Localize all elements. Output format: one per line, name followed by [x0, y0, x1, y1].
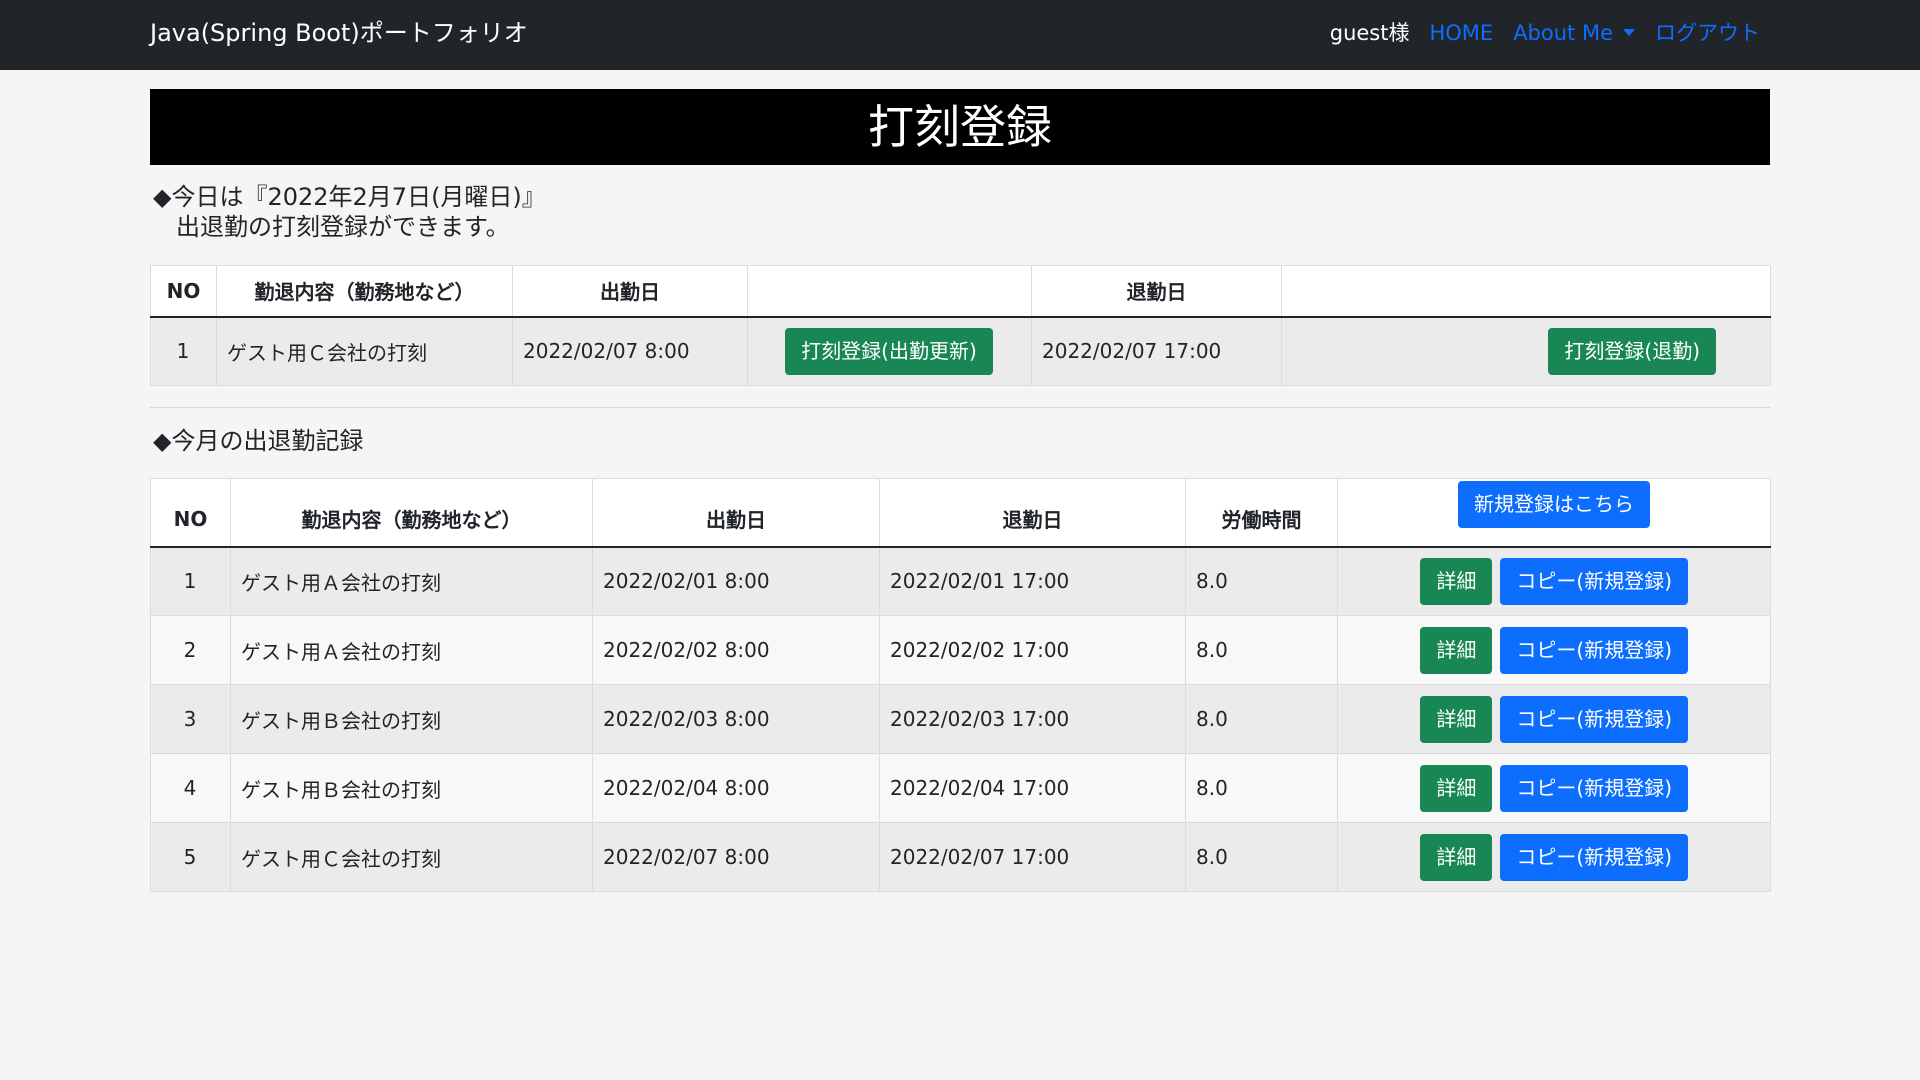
- user-greeting: guest様: [1329, 21, 1410, 45]
- table-row: 1 ゲスト用Ａ会社の打刻 2022/02/01 8:00 2022/02/01 …: [150, 546, 1771, 616]
- col-no: NO: [150, 265, 217, 318]
- nav-home-link[interactable]: HOME: [1429, 19, 1493, 47]
- cell-content: ゲスト用Ａ会社の打刻: [230, 615, 593, 685]
- detail-button[interactable]: 詳細: [1420, 557, 1493, 605]
- punch-end-button[interactable]: 打刻登録(退勤): [1548, 327, 1716, 375]
- cell-start: 2022/02/03 8:00: [592, 684, 880, 754]
- cell-actions: 詳細 コピー(新規登録): [1337, 753, 1771, 823]
- cell-actions: 詳細 コピー(新規登録): [1337, 615, 1771, 685]
- col-start: 出勤日: [592, 478, 880, 548]
- col-hours: 労働時間: [1185, 478, 1338, 548]
- cell-start: 2022/02/01 8:00: [592, 546, 880, 616]
- punch-table-header: NO 勤退内容（勤務地など） 出勤日 退勤日: [150, 265, 1771, 318]
- today-info: ◆今日は『2022年2月7日(月曜日)』 出退勤の打刻登録ができます。: [153, 182, 1770, 242]
- cell-actions: 詳細 コピー(新規登録): [1337, 822, 1771, 892]
- cell-content: ゲスト用Ｂ会社の打刻: [230, 684, 593, 754]
- table-row: 3 ゲスト用Ｂ会社の打刻 2022/02/03 8:00 2022/02/03 …: [150, 684, 1771, 754]
- col-content: 勤退内容（勤務地など）: [216, 265, 513, 318]
- copy-button[interactable]: コピー(新規登録): [1500, 626, 1688, 674]
- table-row: 2 ゲスト用Ａ会社の打刻 2022/02/02 8:00 2022/02/02 …: [150, 615, 1771, 685]
- cell-end: 2022/02/01 17:00: [879, 546, 1186, 616]
- detail-button[interactable]: 詳細: [1420, 695, 1493, 743]
- month-table: NO 勤退内容（勤務地など） 出勤日 退勤日 労働時間 新規登録はこちら 1 ゲ…: [150, 478, 1771, 892]
- cell-end: 2022/02/07 17:00: [879, 822, 1186, 892]
- nav-about-dropdown[interactable]: About Me: [1513, 19, 1635, 47]
- main-content: 打刻登録 ◆今日は『2022年2月7日(月曜日)』 出退勤の打刻登録ができます。…: [150, 89, 1771, 892]
- today-date-text: ◆今日は『2022年2月7日(月曜日)』: [153, 183, 546, 211]
- brand-link[interactable]: Java(Spring Boot)ポートフォリオ: [150, 17, 528, 49]
- copy-button[interactable]: コピー(新規登録): [1500, 695, 1688, 743]
- col-no: NO: [150, 478, 231, 548]
- month-heading: ◆今月の出退勤記録: [153, 427, 364, 455]
- cell-no: 1: [150, 316, 217, 386]
- table-row: 5 ゲスト用Ｃ会社の打刻 2022/02/07 8:00 2022/02/07 …: [150, 822, 1771, 892]
- cell-start: 2022/02/07 8:00: [592, 822, 880, 892]
- cell-end: 2022/02/02 17:00: [879, 615, 1186, 685]
- cell-end: 2022/02/07 17:00: [1031, 316, 1282, 386]
- cell-start: 2022/02/07 8:00: [512, 316, 748, 386]
- punch-start-button[interactable]: 打刻登録(出勤更新): [785, 327, 993, 375]
- caret-down-icon: [1623, 28, 1635, 36]
- cell-content: ゲスト用Ｃ会社の打刻: [216, 316, 513, 386]
- cell-no: 2: [150, 615, 231, 685]
- nav-menu: guest様 HOME About Me ログアウト: [1330, 19, 1760, 47]
- month-table-header: NO 勤退内容（勤務地など） 出勤日 退勤日 労働時間 新規登録はこちら: [150, 478, 1771, 548]
- cell-hours: 8.0: [1185, 684, 1338, 754]
- cell-hours: 8.0: [1185, 546, 1338, 616]
- section-divider: [150, 407, 1770, 408]
- cell-no: 5: [150, 822, 231, 892]
- navbar: Java(Spring Boot)ポートフォリオ guest様 HOME Abo…: [0, 0, 1920, 70]
- cell-start: 2022/02/04 8:00: [592, 753, 880, 823]
- cell-actions: 詳細 コピー(新規登録): [1337, 546, 1771, 616]
- nav-about-label: About Me: [1513, 21, 1613, 45]
- cell-hours: 8.0: [1185, 615, 1338, 685]
- cell-end: 2022/02/03 17:00: [879, 684, 1186, 754]
- cell-content: ゲスト用Ｃ会社の打刻: [230, 822, 593, 892]
- detail-button[interactable]: 詳細: [1420, 626, 1493, 674]
- cell-no: 3: [150, 684, 231, 754]
- punch-table: NO 勤退内容（勤務地など） 出勤日 退勤日 1 ゲスト用Ｃ会社の打刻 2022…: [150, 265, 1771, 386]
- col-end-action: [1281, 265, 1771, 318]
- today-note-text: 出退勤の打刻登録ができます。: [176, 213, 510, 241]
- page-title: 打刻登録: [150, 89, 1770, 165]
- col-end: 退勤日: [1031, 265, 1282, 318]
- col-content: 勤退内容（勤務地など）: [230, 478, 593, 548]
- cell-start-action: 打刻登録(出勤更新): [747, 316, 1032, 386]
- cell-start: 2022/02/02 8:00: [592, 615, 880, 685]
- table-row: 1 ゲスト用Ｃ会社の打刻 2022/02/07 8:00 打刻登録(出勤更新) …: [150, 316, 1771, 386]
- cell-content: ゲスト用Ｂ会社の打刻: [230, 753, 593, 823]
- table-row: 4 ゲスト用Ｂ会社の打刻 2022/02/04 8:00 2022/02/04 …: [150, 753, 1771, 823]
- cell-actions: 詳細 コピー(新規登録): [1337, 684, 1771, 754]
- copy-button[interactable]: コピー(新規登録): [1500, 833, 1688, 881]
- cell-no: 1: [150, 546, 231, 616]
- copy-button[interactable]: コピー(新規登録): [1500, 557, 1688, 605]
- cell-hours: 8.0: [1185, 753, 1338, 823]
- cell-end-action: 打刻登録(退勤): [1281, 316, 1771, 386]
- col-end: 退勤日: [879, 478, 1186, 548]
- cell-end: 2022/02/04 17:00: [879, 753, 1186, 823]
- copy-button[interactable]: コピー(新規登録): [1500, 764, 1688, 812]
- new-record-button[interactable]: 新規登録はこちら: [1458, 481, 1650, 529]
- cell-hours: 8.0: [1185, 822, 1338, 892]
- col-actions: 新規登録はこちら: [1337, 478, 1771, 548]
- detail-button[interactable]: 詳細: [1420, 764, 1493, 812]
- col-start-action: [747, 265, 1032, 318]
- col-start: 出勤日: [512, 265, 748, 318]
- cell-no: 4: [150, 753, 231, 823]
- detail-button[interactable]: 詳細: [1420, 833, 1493, 881]
- cell-content: ゲスト用Ａ会社の打刻: [230, 546, 593, 616]
- nav-logout-link[interactable]: ログアウト: [1655, 19, 1760, 47]
